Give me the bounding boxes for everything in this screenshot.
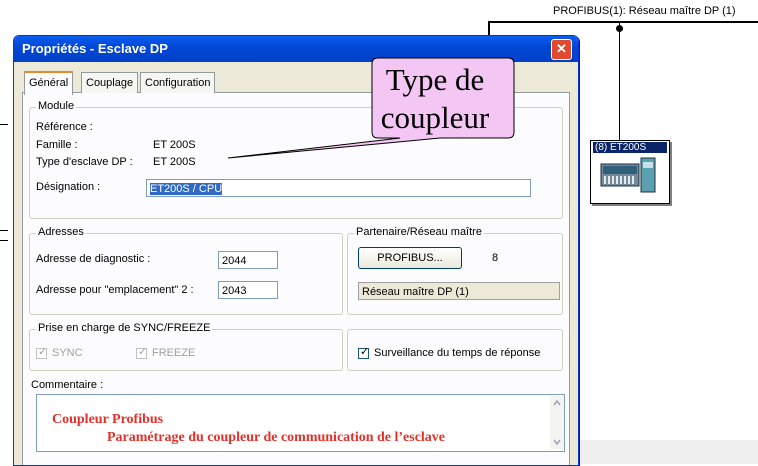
profibus-line (488, 21, 758, 23)
slot2-address-input[interactable]: 2043 (218, 281, 278, 299)
slave-type-value: ET 200S (153, 156, 196, 168)
check-mark-icon: ✓ (360, 346, 370, 358)
edge-marker (0, 240, 8, 241)
sync-freeze-group: Prise en charge de SYNC/FREEZE ✓ SYNC ✓ … (29, 322, 343, 371)
profibus-node-dot (616, 25, 623, 32)
sync-label: SYNC (52, 347, 83, 359)
addresses-legend: Adresses (36, 226, 86, 238)
partner-group: Partenaire/Réseau maître PROFIBUS... 8 R… (347, 226, 563, 315)
callout-line-2: coupleur (380, 100, 490, 135)
slave-title: (8) ET200S (593, 142, 667, 153)
family-value: ET 200S (153, 139, 196, 151)
comment-line-2: Paramétrage du coupleur de communication… (107, 430, 446, 445)
profibus-line-drop (488, 21, 490, 35)
comment-scrollbar[interactable] (550, 396, 564, 449)
freeze-checkbox[interactable]: ✓ (136, 346, 148, 359)
module-legend: Module (36, 100, 77, 112)
tab-coupling[interactable]: Couplage (81, 72, 139, 93)
et200s-module-icon (600, 157, 656, 193)
callout-text: Type de coupleur (360, 61, 510, 137)
addresses-group: Adresses Adresse de diagnostic : 2044 Ad… (29, 226, 343, 315)
tab-configuration[interactable]: Configuration (140, 72, 216, 93)
title-bar[interactable]: Propriétés - Esclave DP ✕ (14, 36, 578, 62)
status-strip (572, 440, 758, 464)
tab-general[interactable]: Général (24, 71, 74, 95)
slave-type-label: Type d'esclave DP : (36, 156, 133, 168)
profibus-label: PROFIBUS(1): Réseau maître DP (1) (553, 5, 736, 17)
watchdog-group: ✓ Surveillance du temps de réponse (347, 329, 563, 371)
watchdog-label: Surveillance du temps de réponse (374, 347, 541, 359)
diag-address-label: Adresse de diagnostic : (36, 253, 151, 265)
watchdog-checkbox[interactable]: ✓ (358, 346, 370, 359)
close-icon: ✕ (556, 41, 567, 56)
family-label: Famille : (36, 139, 78, 151)
partner-address: 8 (492, 252, 499, 264)
check-mark-icon: ✓ (38, 346, 48, 358)
dialog-title: Propriétés - Esclave DP (22, 41, 168, 56)
et200s-slave-node[interactable]: (8) ET200S (590, 140, 670, 204)
designation-input[interactable]: ET200S / CPU (146, 179, 531, 197)
slot2-address-label: Adresse pour "emplacement" 2 : (36, 284, 194, 296)
callout-line-1: Type de (385, 62, 485, 97)
scroll-arrows-icon (553, 399, 561, 446)
profibus-branch (619, 21, 620, 143)
reference-label: Référence : (36, 121, 93, 133)
edge-marker (0, 230, 8, 231)
designation-label: Désignation : (36, 181, 101, 193)
sync-checkbox[interactable]: ✓ (36, 346, 48, 359)
sync-freeze-legend: Prise en charge de SYNC/FREEZE (36, 322, 213, 334)
diag-address-input[interactable]: 2044 (218, 251, 278, 269)
comment-line-1: Coupleur Profibus (52, 412, 164, 427)
master-network-field: Réseau maître DP (1) (358, 282, 560, 300)
designation-selected-text: ET200S / CPU (150, 183, 223, 195)
comment-textarea[interactable]: Coupleur Profibus Paramétrage du coupleu… (36, 394, 565, 452)
check-mark-icon: ✓ (138, 346, 148, 358)
comment-label: Commentaire : (31, 379, 104, 391)
edge-marker (0, 124, 8, 125)
partner-legend: Partenaire/Réseau maître (354, 226, 484, 238)
profibus-button[interactable]: PROFIBUS... (358, 247, 462, 269)
freeze-label: FREEZE (152, 347, 196, 359)
close-button[interactable]: ✕ (551, 39, 572, 60)
